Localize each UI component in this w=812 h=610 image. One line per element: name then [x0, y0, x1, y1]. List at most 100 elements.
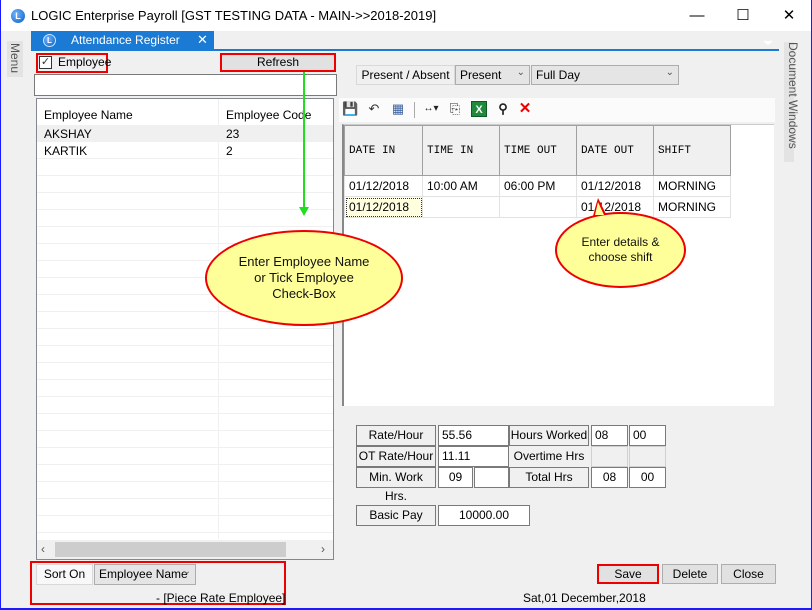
grid-toolbar: 💾 ↶ ▦ ↔▾ ⎘ X ⚲ ✕: [339, 98, 775, 122]
horizontal-scrollbar[interactable]: ‹ ›: [37, 540, 333, 559]
grid-row[interactable]: 01/12/2018 01/12/2018 MORNING: [344, 196, 731, 218]
excel-icon[interactable]: X: [471, 101, 487, 117]
attendance-grid[interactable]: DATE IN TIME IN TIME OUT DATE OUT SHIFT …: [344, 125, 731, 218]
close-window-button[interactable]: ✕: [766, 0, 812, 31]
sort-by-value: Employee Name: [99, 567, 188, 581]
app-window: L LOGIC Enterprise Payroll [GST TESTING …: [1, 0, 811, 608]
save-button[interactable]: Save: [597, 564, 659, 584]
delete-button[interactable]: Delete: [662, 564, 718, 584]
rate-hour-field[interactable]: 55.56: [438, 425, 509, 446]
min-work-hours-field[interactable]: 09: [438, 467, 473, 488]
column-header-employee-code[interactable]: Employee Code: [226, 108, 311, 122]
close-button[interactable]: Close: [721, 564, 776, 584]
overtime-hh-field: [591, 446, 628, 467]
column-header-date-out[interactable]: DATE OUT: [576, 125, 654, 176]
grid-row[interactable]: 01/12/2018 10:00 AM 06:00 PM 01/12/2018 …: [344, 175, 731, 197]
empty-row: [37, 159, 333, 176]
total-mm-field: 00: [629, 467, 666, 488]
attendance-grid-panel: DATE IN TIME IN TIME OUT DATE OUT SHIFT …: [342, 124, 774, 406]
empty-row: [37, 431, 333, 448]
empty-row: [37, 482, 333, 499]
sort-by-select[interactable]: Employee Name ⌄: [94, 564, 196, 585]
chevron-down-icon: ⌄: [665, 67, 674, 78]
title-bar: L LOGIC Enterprise Payroll [GST TESTING …: [1, 0, 811, 31]
current-date-status: Sat,01 December,2018: [523, 591, 646, 605]
find-icon[interactable]: ⚲: [495, 101, 511, 117]
employee-checkbox-label[interactable]: Employee: [58, 55, 111, 69]
attendance-status-value: Present: [460, 68, 502, 82]
window-icon[interactable]: ▦: [390, 101, 406, 117]
chevron-down-icon: ⌄: [516, 67, 525, 78]
callout-enter-employee: Enter Employee Name or Tick Employee Che…: [205, 230, 403, 326]
tab-list-dropdown-icon[interactable]: [763, 41, 773, 45]
basic-pay-label: Basic Pay: [356, 505, 436, 526]
column-width-icon[interactable]: ↔▾: [419, 101, 443, 117]
maximize-button[interactable]: ☐: [720, 0, 766, 31]
rate-hour-label: Rate/Hour: [356, 425, 436, 446]
min-work-hrs-label: Min. Work Hrs.: [356, 467, 436, 503]
date-in-cell[interactable]: 01/12/2018: [344, 196, 423, 218]
attendance-status-select[interactable]: Present ⌄: [455, 65, 530, 85]
employee-search-input[interactable]: [34, 74, 337, 96]
total-hrs-label: Total Hrs: [509, 467, 589, 488]
time-in-cell[interactable]: 10:00 AM: [422, 175, 500, 197]
minimize-button[interactable]: —: [674, 0, 720, 31]
column-header-date-in[interactable]: DATE IN: [344, 125, 423, 176]
tab-attendance-register[interactable]: L Attendance Register ✕: [31, 31, 214, 50]
employee-row[interactable]: AKSHAY 23: [37, 125, 333, 142]
employee-list[interactable]: Employee Name Employee Code AKSHAY 23 KA…: [36, 98, 334, 560]
employee-row[interactable]: KARTIK 2: [37, 142, 333, 159]
callout-text: Enter details & choose shift: [581, 235, 660, 264]
time-in-cell[interactable]: [422, 196, 500, 218]
tab-label: Attendance Register: [71, 33, 180, 47]
empty-row: [37, 448, 333, 465]
chevron-down-icon: ⌄: [182, 566, 191, 577]
empty-row: [37, 363, 333, 380]
total-hh-field: 08: [591, 467, 628, 488]
shift-cell[interactable]: MORNING: [653, 196, 731, 218]
grid-header-row: DATE IN TIME IN TIME OUT DATE OUT SHIFT: [344, 125, 731, 176]
employee-name: KARTIK: [44, 144, 88, 158]
tab-logo-icon: L: [43, 34, 56, 47]
min-work-minutes-field[interactable]: [474, 467, 509, 488]
delete-icon[interactable]: ✕: [517, 101, 533, 117]
save-icon[interactable]: 💾: [342, 101, 358, 117]
undo-icon[interactable]: ↶: [366, 101, 382, 117]
employee-list-header: Employee Name Employee Code: [37, 103, 333, 125]
basic-pay-field[interactable]: 10000.00: [438, 505, 530, 526]
column-header-time-out[interactable]: TIME OUT: [499, 125, 577, 176]
toolbar-separator: [414, 102, 415, 118]
date-out-cell[interactable]: 01/12/2018: [576, 175, 654, 197]
annotation-arrow: [303, 72, 305, 209]
overtime-mm-field: [629, 446, 666, 467]
scroll-right-icon[interactable]: ›: [321, 542, 325, 556]
callout-pointer-fill: [595, 202, 604, 215]
employee-name: AKSHAY: [44, 127, 92, 141]
callout-enter-details: Enter details & choose shift: [555, 212, 686, 288]
column-header-shift[interactable]: SHIFT: [653, 125, 731, 176]
ot-rate-label: OT Rate/Hour: [356, 446, 436, 467]
empty-row: [37, 465, 333, 482]
refresh-button[interactable]: Refresh: [220, 53, 336, 72]
employee-code: 2: [226, 144, 233, 158]
hours-worked-mm-field[interactable]: 00: [629, 425, 666, 446]
column-header-time-in[interactable]: TIME IN: [422, 125, 500, 176]
window-title: LOGIC Enterprise Payroll [GST TESTING DA…: [31, 8, 437, 23]
document-windows-label[interactable]: Document Windows: [786, 42, 800, 149]
ot-rate-field[interactable]: 11.11: [438, 446, 509, 467]
time-out-cell[interactable]: 06:00 PM: [499, 175, 577, 197]
scroll-left-icon[interactable]: ‹: [41, 542, 45, 556]
shift-cell[interactable]: MORNING: [653, 175, 731, 197]
scrollbar-thumb[interactable]: [55, 542, 286, 557]
empty-row: [37, 397, 333, 414]
time-out-cell[interactable]: [499, 196, 577, 218]
day-type-select[interactable]: Full Day ⌄: [531, 65, 679, 85]
employee-checkbox[interactable]: ✓: [39, 56, 52, 69]
date-in-cell[interactable]: 01/12/2018: [344, 175, 423, 197]
hours-worked-hh-field[interactable]: 08: [591, 425, 628, 446]
column-header-employee-name[interactable]: Employee Name: [44, 108, 133, 122]
tab-close-icon[interactable]: ✕: [197, 32, 208, 48]
menu-panel-label[interactable]: Menu: [8, 43, 22, 73]
copy-icon[interactable]: ⎘: [447, 101, 463, 117]
empty-row: [37, 380, 333, 397]
